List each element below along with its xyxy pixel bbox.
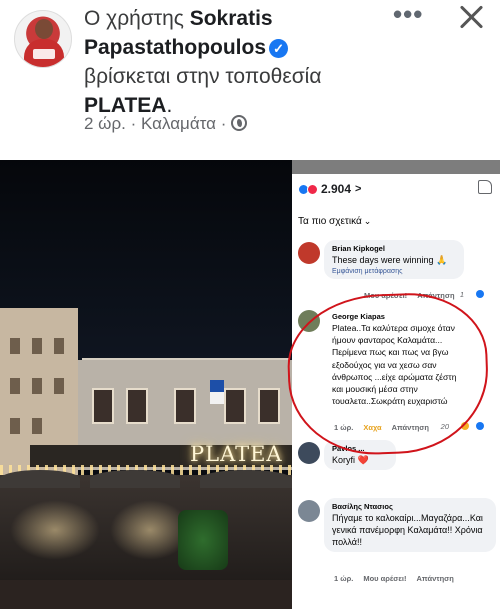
commenter-name[interactable]: Brian Kipkogel <box>332 244 456 254</box>
commenter-name[interactable]: Βασίλης Ντασιος <box>332 502 488 512</box>
like-comment-button[interactable]: Μου αρέσει! <box>364 291 407 300</box>
reply-button[interactable]: Απάντηση <box>417 291 454 300</box>
love-reaction-icon <box>307 183 318 195</box>
comment-text: These days were winning 🙏 <box>332 255 448 265</box>
thumbs-up-icon[interactable] <box>478 180 492 194</box>
more-options-icon[interactable]: ••• <box>393 1 423 28</box>
reactions-summary[interactable]: 2.904 > <box>298 182 361 196</box>
comment-bubble: Brian Kipkogel These days were winning 🙏… <box>324 240 464 279</box>
like-comment-button[interactable]: Μου αρέσει! <box>363 574 406 583</box>
post-meta: 2 ώρ. · Καλαμάτα · <box>84 114 248 134</box>
comment-bubble: Pavlos ... Koryfi ❤️ <box>324 440 396 470</box>
commenter-avatar[interactable] <box>298 500 320 522</box>
comment-time: 1 ώρ. <box>334 574 354 583</box>
reply-button[interactable]: Απάντηση <box>392 423 429 432</box>
meta-separator: · <box>220 114 227 133</box>
commenter-avatar[interactable] <box>298 310 320 332</box>
venue-sign: PLATEA <box>190 442 283 466</box>
post-location[interactable]: Καλαμάτα <box>141 114 216 133</box>
comment-reaction-count: 20 <box>441 422 494 431</box>
sort-label: Τα πιο σχετικά <box>298 216 362 227</box>
comment-actions: 1 ώρ. Μου αρέσει! Απάντηση <box>334 574 494 583</box>
comment-reaction-count: 1 <box>460 290 494 299</box>
post-header: Ο χρήστης Sokratis Papastathopoulos ✓ βρί… <box>0 0 500 160</box>
umbrella <box>90 470 180 488</box>
comment-text: Platea..Τα καλύτερα σιμοχε όταν ήμουν φα… <box>332 323 457 407</box>
post-time[interactable]: 2 ώρ. <box>84 114 126 133</box>
comment-bubble: George Kiapas Platea..Τα καλύτερα σιμοχε… <box>324 308 474 411</box>
greek-flag <box>210 380 224 404</box>
comment-actions: 1 ώρ. Χαχα Απάντηση 20 <box>334 422 494 432</box>
see-translation-link[interactable]: Εμφάνιση μετάφρασης <box>332 268 456 275</box>
post-prefix: Ο χρήστης <box>84 7 184 30</box>
commenter-avatar[interactable] <box>298 242 320 264</box>
terrace-glow <box>10 500 100 560</box>
meta-separator: · <box>130 114 137 133</box>
comments-screenshot[interactable]: 2.904 > Τα πιο σχετικά ⌄ Brian Kipkogel T… <box>292 160 500 609</box>
commenter-name[interactable]: Pavlos ... <box>332 444 388 454</box>
comment-text: Koryfi ❤️ <box>332 455 369 465</box>
comment-actions: Μου αρέσει! Απάντηση 1 <box>364 290 494 300</box>
reaction-count: 2.904 <box>321 182 352 196</box>
post-action-text: βρίσκεται στην τοποθεσία <box>84 65 322 88</box>
commenter-avatar[interactable] <box>298 442 320 464</box>
chevron-right-icon: > <box>355 183 362 195</box>
venue-photo[interactable]: PLATEA <box>0 160 292 609</box>
reply-button[interactable]: Απάντηση <box>417 574 454 583</box>
street <box>0 580 292 609</box>
chevron-down-icon: ⌄ <box>363 216 372 226</box>
haha-reaction-button[interactable]: Χαχα <box>363 423 381 432</box>
commenter-name[interactable]: George Kiapas <box>332 312 466 322</box>
sort-selector[interactable]: Τα πιο σχετικά ⌄ <box>298 216 371 227</box>
verified-badge-icon: ✓ <box>269 39 289 58</box>
comment-time: 1 ώρ. <box>334 423 354 432</box>
comment-bubble: Βασίλης Ντασιος Πήγαμε το καλοκαίρι...Μα… <box>324 498 496 552</box>
globe-icon <box>231 115 248 131</box>
author-avatar[interactable] <box>14 10 72 68</box>
plants <box>178 510 228 570</box>
status-bar <box>292 160 500 174</box>
close-icon[interactable] <box>455 2 487 34</box>
post-title: Ο χρήστης Sokratis Papastathopoulos ✓ βρί… <box>84 4 384 120</box>
umbrella <box>0 470 80 488</box>
comment-text: Πήγαμε το καλοκαίρι...Μαγαζάρα...Και γεν… <box>332 513 483 547</box>
umbrella <box>200 470 292 488</box>
